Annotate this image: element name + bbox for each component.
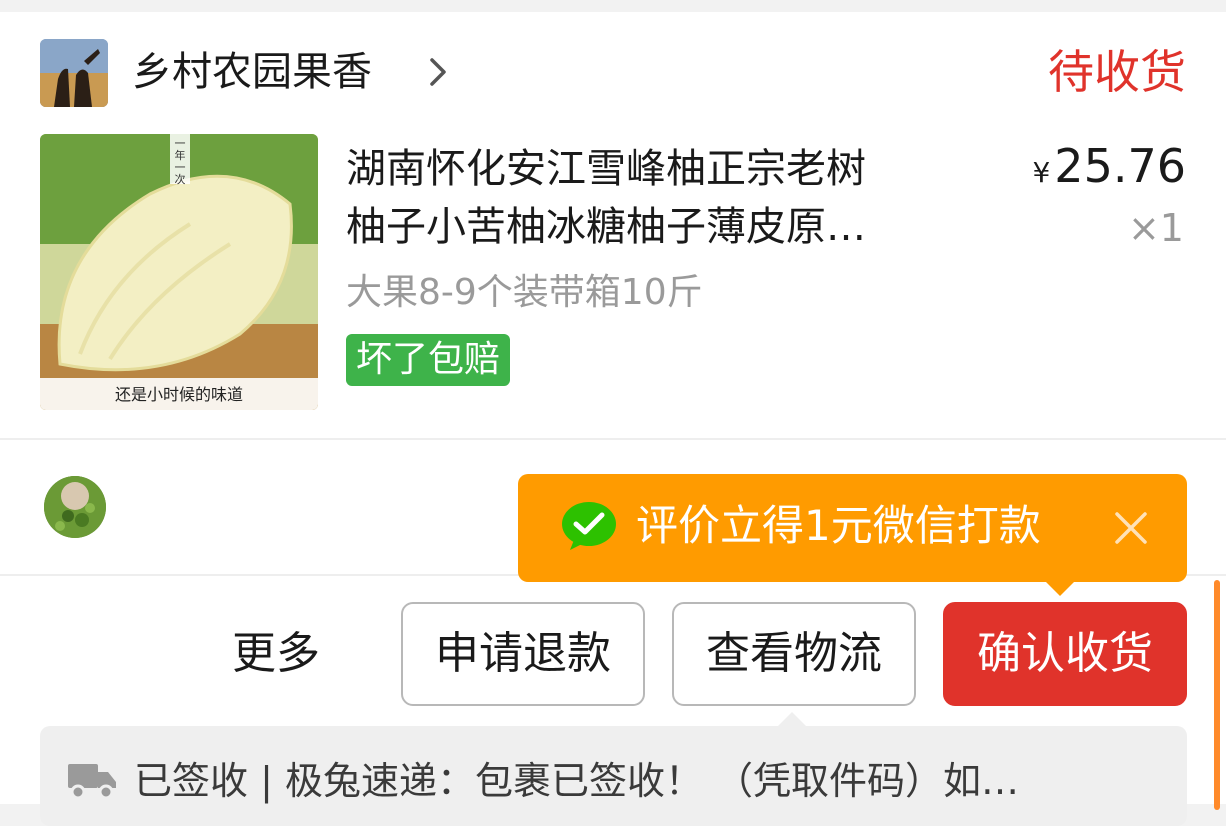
- more-button[interactable]: 更多: [232, 626, 320, 682]
- shop-avatar-image: [40, 39, 108, 107]
- order-card: 乡村农园果香 待收货 还是小时候的味道 一年一次 湖南怀化安江雪峰柚正宗老树 柚…: [0, 12, 1226, 826]
- wechat-icon: [562, 502, 616, 550]
- logistics-status-text: 已签收 | 极兔速递：包裹已签收！ （凭取件码）如…: [134, 759, 1020, 803]
- user-avatar[interactable]: [44, 476, 106, 538]
- refund-button[interactable]: 申请退款: [401, 602, 645, 706]
- confirm-receipt-button[interactable]: 确认收货: [943, 602, 1187, 706]
- chevron-right-icon[interactable]: [424, 56, 452, 88]
- promo-text: 评价立得1元微信打款: [636, 501, 1041, 550]
- price-value: 25.76: [1054, 139, 1186, 193]
- user-avatar-image: [44, 476, 106, 538]
- image-badge: 一年一次: [174, 137, 186, 186]
- product-spec: 大果8-9个装带箱10斤: [346, 272, 703, 313]
- shop-name[interactable]: 乡村农园果香: [132, 46, 372, 98]
- divider: [0, 438, 1226, 440]
- product-price: ¥25.76: [1032, 138, 1186, 201]
- close-icon[interactable]: [1111, 508, 1151, 548]
- product-title[interactable]: 湖南怀化安江雪峰柚正宗老树 柚子小苦柚冰糖柚子薄皮原…: [346, 140, 966, 256]
- view-logistics-button[interactable]: 查看物流: [672, 602, 916, 706]
- guarantee-tag: 坏了包赔: [346, 334, 511, 386]
- shop-avatar[interactable]: [40, 39, 108, 107]
- edge-highlight: [1214, 580, 1220, 810]
- logistics-status-bar[interactable]: 已签收 | 极兔速递：包裹已签收！ （凭取件码）如…: [40, 726, 1187, 826]
- image-caption: 还是小时候的味道: [114, 385, 243, 404]
- product-quantity: ×1: [1127, 206, 1184, 250]
- product-image[interactable]: 还是小时候的味道 一年一次: [40, 134, 318, 410]
- currency-symbol: ¥: [1032, 156, 1051, 189]
- truck-icon: [68, 764, 116, 800]
- order-status: 待收货: [1048, 45, 1186, 99]
- promo-pointer: [1044, 580, 1076, 596]
- promo-tooltip[interactable]: 评价立得1元微信打款: [518, 474, 1187, 582]
